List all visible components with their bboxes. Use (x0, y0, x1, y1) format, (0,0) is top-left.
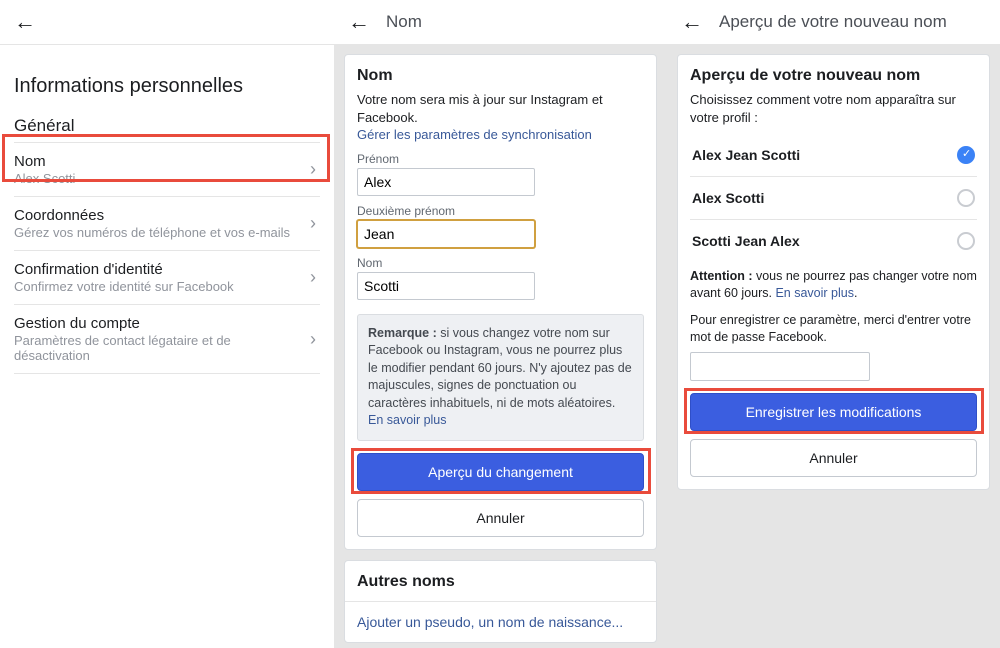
name-change-note: Remarque : si vous changez votre nom sur… (357, 314, 644, 441)
radio-checked-icon (957, 146, 975, 164)
cancel-button[interactable]: Annuler (690, 439, 977, 477)
back-icon[interactable]: ← (348, 11, 370, 33)
chevron-right-icon: › (310, 267, 316, 288)
row-name[interactable]: Nom Alex Scotti › (14, 143, 320, 197)
row-account-mgmt[interactable]: Gestion du compte Paramètres de contact … (14, 305, 320, 374)
row-name-value: Alex Scotti (14, 171, 75, 186)
card-title: Nom (357, 67, 644, 85)
name-option-1[interactable]: Alex Jean Scotti (690, 134, 977, 177)
topbar-title: Nom (386, 12, 422, 32)
card-desc: Votre nom sera mis à jour sur Instagram … (357, 91, 644, 144)
chevron-right-icon: › (310, 329, 316, 350)
option-label: Scotti Jean Alex (692, 233, 800, 249)
middle-name-input[interactable] (357, 220, 535, 248)
row-account-desc: Paramètres de contact légataire et de dé… (14, 333, 310, 363)
chevron-right-icon: › (310, 213, 316, 234)
first-name-label: Prénom (357, 152, 644, 166)
row-account-title: Gestion du compte (14, 315, 310, 332)
option-label: Alex Scotti (692, 190, 764, 206)
preview-card: Aperçu de votre nouveau nom Choisissez c… (677, 54, 990, 490)
option-label: Alex Jean Scotti (692, 147, 800, 163)
other-names-card: Autres noms Ajouter un pseudo, un nom de… (344, 560, 657, 643)
learn-more-link[interactable]: En savoir plus (775, 286, 854, 300)
row-identity[interactable]: Confirmation d'identité Confirmez votre … (14, 251, 320, 305)
chevron-right-icon: › (310, 159, 316, 180)
middle-name-label: Deuxième prénom (357, 204, 644, 218)
password-prompt: Pour enregistrer ce paramètre, merci d'e… (690, 312, 977, 346)
name-edit-card: Nom Votre nom sera mis à jour sur Instag… (344, 54, 657, 550)
row-contact-desc: Gérez vos numéros de téléphone et vos e-… (14, 225, 290, 240)
page-title: Informations personnelles (14, 75, 320, 98)
back-icon[interactable]: ← (14, 11, 36, 33)
save-changes-button[interactable]: Enregistrer les modifications (690, 393, 977, 431)
learn-more-link[interactable]: En savoir plus (368, 413, 447, 427)
warning-text: Attention : vous ne pourrez pas changer … (690, 268, 977, 302)
radio-icon (957, 232, 975, 250)
password-input[interactable] (690, 352, 870, 381)
section-general: Général (14, 116, 320, 136)
row-name-title: Nom (14, 153, 75, 170)
row-identity-title: Confirmation d'identité (14, 261, 234, 278)
cancel-button[interactable]: Annuler (357, 499, 644, 537)
row-contact[interactable]: Coordonnées Gérez vos numéros de télépho… (14, 197, 320, 251)
card-title: Aperçu de votre nouveau nom (690, 67, 977, 85)
settings-list: Nom Alex Scotti › Coordonnées Gérez vos … (14, 142, 320, 374)
name-option-3[interactable]: Scotti Jean Alex (690, 220, 977, 262)
other-names-title: Autres noms (345, 561, 656, 602)
topbar-title: Aperçu de votre nouveau nom (719, 12, 947, 32)
name-option-2[interactable]: Alex Scotti (690, 177, 977, 220)
add-other-name-link[interactable]: Ajouter un pseudo, un nom de naissance..… (345, 602, 656, 642)
row-contact-title: Coordonnées (14, 207, 290, 224)
row-identity-desc: Confirmez votre identité sur Facebook (14, 279, 234, 294)
first-name-input[interactable] (357, 168, 535, 196)
back-icon[interactable]: ← (681, 11, 703, 33)
preview-change-button[interactable]: Aperçu du changement (357, 453, 644, 491)
last-name-input[interactable] (357, 272, 535, 300)
name-options: Alex Jean Scotti Alex Scotti Scotti Jean… (690, 134, 977, 262)
sync-settings-link[interactable]: Gérer les paramètres de synchronisation (357, 127, 592, 142)
last-name-label: Nom (357, 256, 644, 270)
radio-icon (957, 189, 975, 207)
card-desc: Choisissez comment votre nom apparaîtra … (690, 91, 977, 126)
